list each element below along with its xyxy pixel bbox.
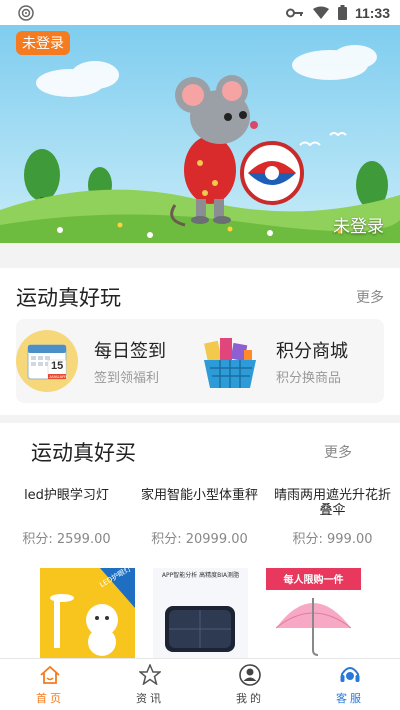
home-icon [39,664,61,686]
user-icon [239,663,261,686]
product-item[interactable]: 晴雨两用遮光升花折叠伞 积分: 999.00 每人限购一件 [266,488,399,658]
product-image-scale: APP智能分析 高精度BIA测脂 [153,568,248,658]
more-link[interactable]: 更多 [356,287,384,307]
calendar-icon: 15 JANUARY [16,330,78,392]
banner-illustration [0,25,400,243]
product-image-text: 每人限购一件 [283,575,344,586]
headset-icon [339,664,361,686]
product-item[interactable]: 家用智能小型体重秤 积分: 20999.00 APP智能分析 高精度BIA测脂 [133,488,266,658]
bottom-nav: 首页 资讯 我的 客服 [0,658,400,710]
app-screen: 11:33 未登录 未登录 运动真好玩 更多 15 JANUARY 每日签到 签… [0,0,400,710]
section-title: 运动真好买 [31,441,136,465]
product-item[interactable]: led护眼学习灯 积分: 2599.00 LED护眼灯 [0,488,135,658]
card-subtitle: 积分换商品 [276,370,342,386]
banner[interactable]: 未登录 未登录 [0,25,400,243]
section-divider [0,243,400,268]
notification-app-icon [18,4,34,21]
section-title: 运动真好玩 [16,286,121,310]
product-image-lamp: LED护眼灯 [40,568,135,658]
points-mall-card[interactable]: 积分商城 积分换商品 [200,319,384,403]
calendar-month: JANUARY [49,374,68,379]
product-price: 积分: 2599.00 [22,532,111,547]
card-text: 积分商城 积分换商品 [276,337,348,386]
daily-checkin-card[interactable]: 15 JANUARY 每日签到 签到领福利 [16,319,200,403]
card-text: 每日签到 签到领福利 [94,337,166,386]
star-icon [139,664,161,686]
card-title: 积分商城 [276,340,348,362]
nav-news[interactable]: 资讯 [100,659,200,710]
nav-profile[interactable]: 我的 [200,659,300,710]
section-sports-fun: 运动真好玩 更多 15 JANUARY 每日签到 签到领福利 积分商城 积分换商… [0,268,400,415]
status-bar: 11:33 [0,0,400,25]
banner-caption: 未登录 [333,217,384,237]
product-price: 积分: 999.00 [292,532,373,547]
login-status-badge[interactable]: 未登录 [16,31,70,55]
wifi-icon [312,6,330,20]
section-header: 运动真好玩 更多 [16,282,384,312]
nav-label: 客服 [336,691,364,705]
product-image-umbrella: 每人限购一件 [266,568,361,658]
more-link[interactable]: 更多 [324,442,352,462]
product-list: led护眼学习灯 积分: 2599.00 LED护眼灯 家用智能小型体重秤 积分… [0,488,400,658]
section-header: 运动真好买 更多 [31,437,352,467]
nav-label: 首页 [36,691,64,705]
nav-label: 资讯 [136,691,164,705]
status-time: 11:33 [354,4,390,21]
shopping-basket-icon [200,330,262,392]
calendar-day: 15 [51,360,64,372]
product-name: 晴雨两用遮光升花折叠伞 [273,488,391,518]
product-name: 家用智能小型体重秤 [140,488,258,503]
product-price: 积分: 20999.00 [151,532,248,547]
card-subtitle: 签到领福利 [94,370,160,386]
product-image-text: APP智能分析 高精度BIA测脂 [161,572,240,579]
product-name: led护眼学习灯 [24,488,109,503]
nav-home[interactable]: 首页 [0,659,100,710]
battery-icon [337,5,347,20]
key-icon [285,7,304,19]
nav-label: 我的 [236,691,264,705]
nav-customer-service[interactable]: 客服 [300,659,400,710]
feature-cards: 15 JANUARY 每日签到 签到领福利 积分商城 积分换商品 [16,319,384,403]
card-title: 每日签到 [94,340,166,362]
section-sports-shop: 运动真好买 更多 led护眼学习灯 积分: 2599.00 LED护眼灯 家用智… [0,423,400,658]
